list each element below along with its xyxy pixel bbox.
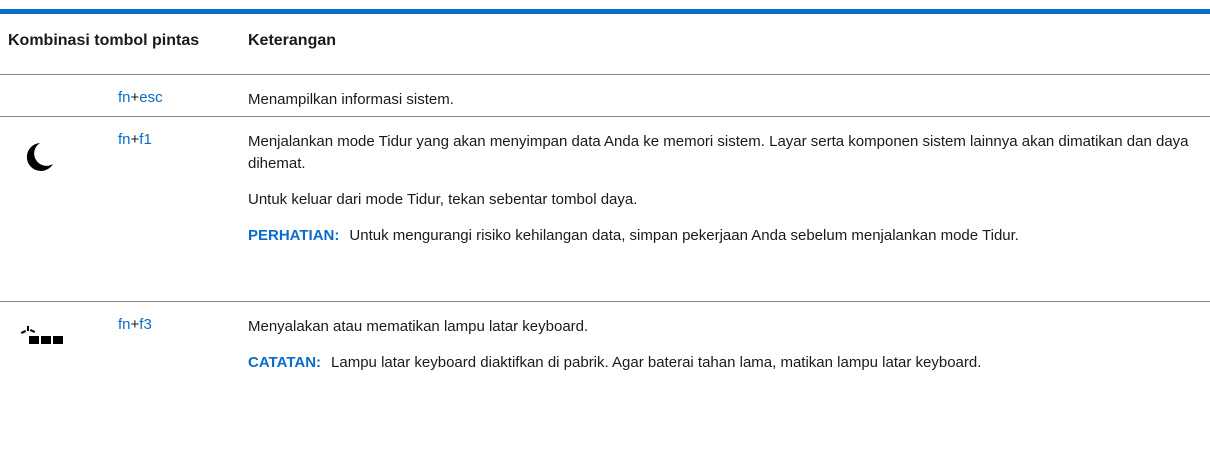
hotkey-cell: fn+f3 xyxy=(118,302,248,452)
table-row: fn+f1 Menjalankan mode Tidur yang akan m… xyxy=(0,116,1210,302)
key-plus: + xyxy=(130,131,140,148)
key-f1: f1 xyxy=(139,131,152,148)
description-text: Menyalakan atau mematikan lampu latar ke… xyxy=(248,318,589,335)
hotkey-cell: fn+f1 xyxy=(118,116,248,302)
key-f3: f3 xyxy=(139,316,152,333)
key-plus: + xyxy=(130,316,140,333)
caution-label: PERHATIAN: xyxy=(248,227,340,244)
hotkey-cell: fn+esc xyxy=(118,74,248,117)
description-text: Menjalankan mode Tidur yang akan menyimp… xyxy=(248,133,1189,172)
moon-icon xyxy=(26,143,53,171)
row-icon-cell xyxy=(0,116,118,302)
header-description: Keterangan xyxy=(248,14,1210,75)
hotkey-table: Kombinasi tombol pintas Keterangan fn+es… xyxy=(0,14,1210,452)
key-fn: fn xyxy=(118,89,131,106)
keyboard-backlight-icon xyxy=(20,326,63,344)
description-text: Menampilkan informasi sistem. xyxy=(248,91,454,108)
note-text: Lampu latar keyboard diaktifkan di pabri… xyxy=(331,354,982,371)
table-row: fn+esc Menampilkan informasi sistem. xyxy=(0,74,1210,117)
description-cell: Menampilkan informasi sistem. xyxy=(248,74,1210,117)
description-cell: Menyalakan atau mematikan lampu latar ke… xyxy=(248,302,1210,452)
key-fn: fn xyxy=(118,131,131,148)
caution-note: PERHATIAN: Untuk mengurangi risiko kehila… xyxy=(248,211,1210,247)
header-combo: Kombinasi tombol pintas xyxy=(0,14,248,75)
table-row: fn+f3 Menyalakan atau mematikan lampu la… xyxy=(0,302,1210,452)
description-cell: Menjalankan mode Tidur yang akan menyimp… xyxy=(248,116,1210,302)
key-esc: esc xyxy=(139,89,163,106)
table-header-row: Kombinasi tombol pintas Keterangan xyxy=(0,14,1210,75)
key-plus: + xyxy=(130,89,140,106)
row-icon-cell xyxy=(0,74,118,117)
key-fn: fn xyxy=(118,316,131,333)
caution-text: Untuk mengurangi risiko kehilangan data,… xyxy=(349,227,1019,244)
note-label: CATATAN: xyxy=(248,354,322,371)
description-text: Untuk keluar dari mode Tidur, tekan sebe… xyxy=(248,191,638,208)
note: CATATAN: Lampu latar keyboard diaktifkan … xyxy=(248,338,1210,374)
row-icon-cell xyxy=(0,302,118,452)
